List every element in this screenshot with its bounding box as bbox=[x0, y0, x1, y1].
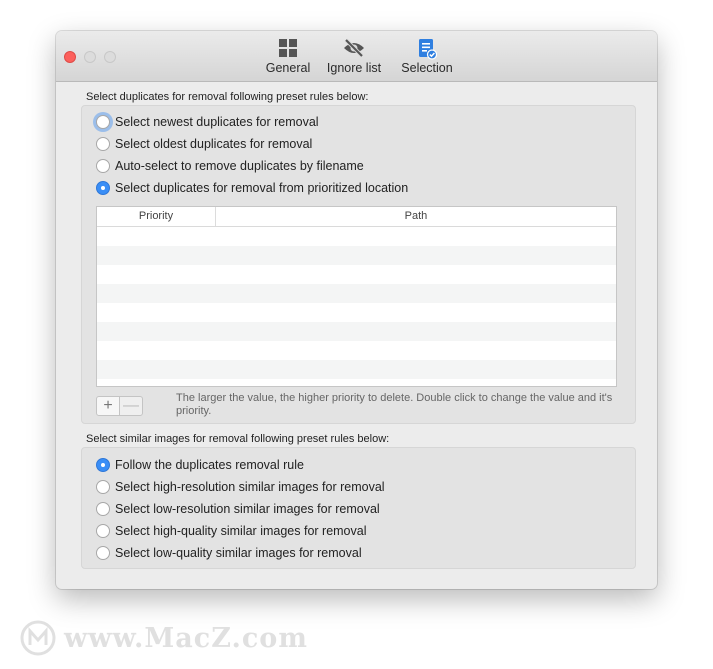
radio-label: Select low-quality similar images for re… bbox=[115, 546, 362, 560]
radio-button[interactable] bbox=[96, 546, 110, 560]
radio-prioritized-location[interactable]: Select duplicates for removal from prior… bbox=[96, 179, 408, 197]
zoom-window-button[interactable] bbox=[104, 51, 116, 63]
radio-button[interactable] bbox=[96, 181, 110, 195]
radio-label: Select newest duplicates for removal bbox=[115, 115, 319, 129]
remove-location-button[interactable]: — bbox=[119, 396, 143, 416]
add-location-button[interactable]: + bbox=[96, 396, 120, 416]
radio-button[interactable] bbox=[96, 480, 110, 494]
duplicates-rules-box: Select newest duplicates for removal Sel… bbox=[81, 105, 636, 424]
radio-button[interactable] bbox=[96, 524, 110, 538]
radio-label: Select high-quality similar images for r… bbox=[115, 524, 367, 538]
toolbar: General Ignore list Selection bbox=[56, 31, 657, 82]
radio-button[interactable] bbox=[96, 502, 110, 516]
radio-low-quality[interactable]: Select low-quality similar images for re… bbox=[96, 544, 362, 562]
radio-button[interactable] bbox=[96, 137, 110, 151]
tab-selection-label: Selection bbox=[401, 61, 453, 75]
watermark-text: www.MacZ.com bbox=[64, 622, 308, 654]
table-row[interactable] bbox=[97, 303, 616, 322]
radio-button[interactable] bbox=[96, 458, 110, 472]
radio-button[interactable] bbox=[96, 159, 110, 173]
macz-logo-icon bbox=[20, 620, 56, 656]
table-row[interactable] bbox=[97, 284, 616, 303]
eye-slash-icon bbox=[321, 38, 387, 60]
watermark: www.MacZ.com bbox=[20, 618, 308, 658]
radio-oldest-duplicates[interactable]: Select oldest duplicates for removal bbox=[96, 135, 312, 153]
grid-icon bbox=[260, 38, 316, 60]
duplicates-section-label: Select duplicates for removal following … bbox=[86, 91, 369, 103]
tab-general[interactable]: General bbox=[260, 38, 316, 78]
column-header-path[interactable]: Path bbox=[216, 207, 616, 226]
radio-high-quality[interactable]: Select high-quality similar images for r… bbox=[96, 522, 366, 540]
radio-label: Select duplicates for removal from prior… bbox=[115, 181, 409, 195]
table-row[interactable] bbox=[97, 246, 616, 265]
priority-table[interactable]: Priority Path bbox=[96, 206, 617, 387]
close-window-button[interactable] bbox=[64, 51, 76, 63]
radio-label: Follow the duplicates removal rule bbox=[115, 458, 304, 472]
table-row[interactable] bbox=[97, 265, 616, 284]
tab-general-label: General bbox=[265, 61, 311, 75]
tab-ignore-list[interactable]: Ignore list bbox=[321, 38, 387, 78]
priority-hint-text: The larger the value, the higher priorit… bbox=[176, 392, 613, 417]
radio-label: Auto-select to remove duplicates by file… bbox=[115, 159, 364, 173]
table-row[interactable] bbox=[97, 227, 616, 246]
radio-low-resolution[interactable]: Select low-resolution similar images for… bbox=[96, 500, 380, 518]
preferences-window: General Ignore list Selection Select dup… bbox=[56, 31, 657, 589]
column-header-priority[interactable]: Priority bbox=[97, 207, 216, 226]
table-row[interactable] bbox=[97, 360, 616, 379]
table-row[interactable] bbox=[97, 341, 616, 360]
minimize-window-button[interactable] bbox=[84, 51, 96, 63]
radio-label: Select high-resolution similar images fo… bbox=[115, 480, 385, 494]
radio-high-resolution[interactable]: Select high-resolution similar images fo… bbox=[96, 478, 385, 496]
radio-follow-duplicates-rule[interactable]: Follow the duplicates removal rule bbox=[96, 456, 304, 474]
table-header: Priority Path bbox=[97, 207, 616, 227]
document-check-icon bbox=[395, 38, 459, 60]
similar-rules-box: Follow the duplicates removal rule Selec… bbox=[81, 447, 636, 569]
similar-section-label: Select similar images for removal follow… bbox=[86, 433, 390, 445]
tab-ignore-list-label: Ignore list bbox=[326, 61, 382, 75]
radio-label: Select low-resolution similar images for… bbox=[115, 502, 380, 516]
radio-by-filename[interactable]: Auto-select to remove duplicates by file… bbox=[96, 157, 364, 175]
radio-label: Select oldest duplicates for removal bbox=[115, 137, 313, 151]
table-row[interactable] bbox=[97, 322, 616, 341]
radio-button[interactable] bbox=[96, 115, 110, 129]
tab-selection[interactable]: Selection bbox=[395, 38, 459, 78]
radio-newest-duplicates[interactable]: Select newest duplicates for removal bbox=[96, 113, 319, 131]
